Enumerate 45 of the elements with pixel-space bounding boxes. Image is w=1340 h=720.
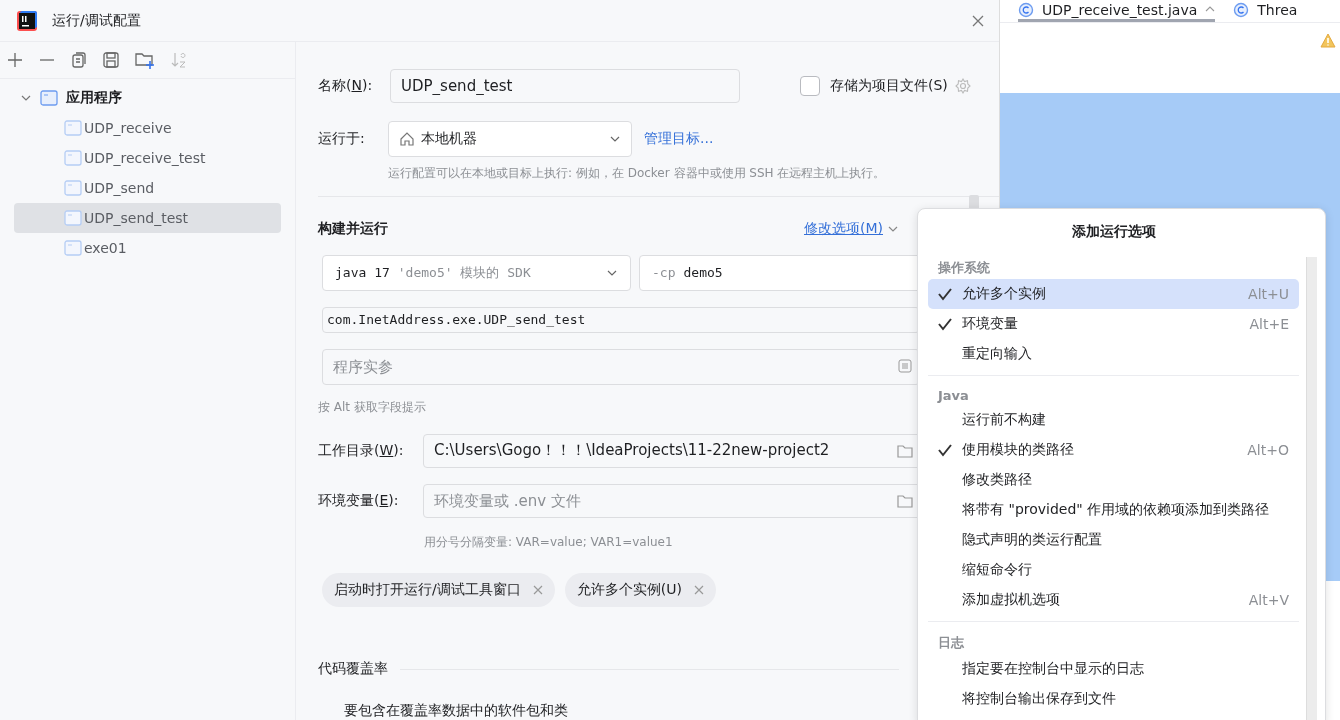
environment-variables-label: 环境变量(E): — [318, 491, 400, 510]
menu-item[interactable]: 将控制台输出保存到文件 — [928, 684, 1299, 714]
config-item[interactable]: UDP_send_test — [14, 203, 281, 233]
name-field[interactable]: UDP_send_test — [390, 69, 740, 103]
popup-title: 添加运行选项 — [1070, 223, 1157, 241]
manage-targets-link[interactable]: 管理目标... — [644, 130, 714, 148]
tree-group-label[interactable]: 应用程序 — [66, 89, 122, 107]
sdk-select[interactable]: java 17 'demo5' 模块的 SDK — [322, 254, 631, 291]
menu-section-header: Java — [936, 387, 970, 405]
environment-variables-hint: 用分号分隔变量: VAR=value; VAR1=value1 — [424, 533, 673, 551]
menu-item[interactable]: 使用模块的类路径 Alt+O — [928, 435, 1299, 465]
config-item[interactable]: exe01 — [14, 233, 281, 263]
menu-item[interactable]: 运行前不构建 — [928, 405, 1299, 435]
modify-options-link[interactable]: 修改选项(M) — [804, 220, 883, 239]
working-directory-label: 工作目录(W): — [318, 441, 405, 460]
program-arguments-field[interactable]: 程序实参 — [322, 348, 920, 385]
menu-item[interactable]: 修改类路径 — [928, 465, 1299, 495]
menu-section-header: 日志 — [937, 634, 965, 652]
config-item[interactable]: UDP_receive — [14, 113, 281, 143]
run-on-label: 运行于: — [318, 130, 366, 148]
menu-item[interactable]: 添加虚拟机选项 Alt+V — [928, 585, 1299, 615]
section-title: 代码覆盖率 — [318, 660, 388, 679]
config-item[interactable]: UDP_receive_test — [14, 143, 281, 173]
editor-tab[interactable]: UDP_receive_test.java — [1018, 0, 1216, 22]
run-target-select[interactable]: 本地机器 — [388, 121, 632, 157]
menu-item[interactable]: 环境变量 Alt+E — [928, 309, 1299, 339]
subsection-title: 要包含在覆盖率数据中的软件包和类 — [344, 702, 568, 720]
menu-item[interactable]: 将带有 "provided" 作用域的依赖项添加到类路径 — [928, 495, 1299, 525]
window-title: 运行/调试配置 — [52, 11, 141, 30]
option-chip: 允许多个实例(U) — [564, 572, 716, 607]
field-hint: 按 Alt 获取字段提示 — [318, 398, 426, 416]
menu-section-header: 操作系统 — [937, 259, 991, 277]
menu-item[interactable]: 重定向输入 — [928, 339, 1299, 369]
main-class-field[interactable]: com.InetAddress.exe.UDP_send_test — [322, 306, 920, 333]
option-chip: 启动时打开运行/调试工具窗口 — [322, 572, 555, 607]
section-title: 构建并运行 — [318, 220, 388, 239]
menu-item[interactable]: 指定要在控制台中显示的日志 — [928, 654, 1299, 684]
config-item[interactable]: UDP_send — [14, 173, 281, 203]
menu-item[interactable]: 隐式声明的类运行配置 — [928, 525, 1299, 555]
menu-item[interactable]: 缩短命令行 — [928, 555, 1299, 585]
name-label: 名称(N): — [318, 77, 374, 95]
editor-tab[interactable]: Threa — [1233, 0, 1298, 22]
store-label: 存储为项目文件(S) — [830, 77, 948, 95]
menu-item[interactable]: 允许多个实例 Alt+U — [928, 279, 1299, 309]
run-on-hint: 运行配置可以在本地或目标上执行: 例如，在 Docker 容器中或使用 SSH 在远程主机上执行。 — [388, 165, 886, 182]
